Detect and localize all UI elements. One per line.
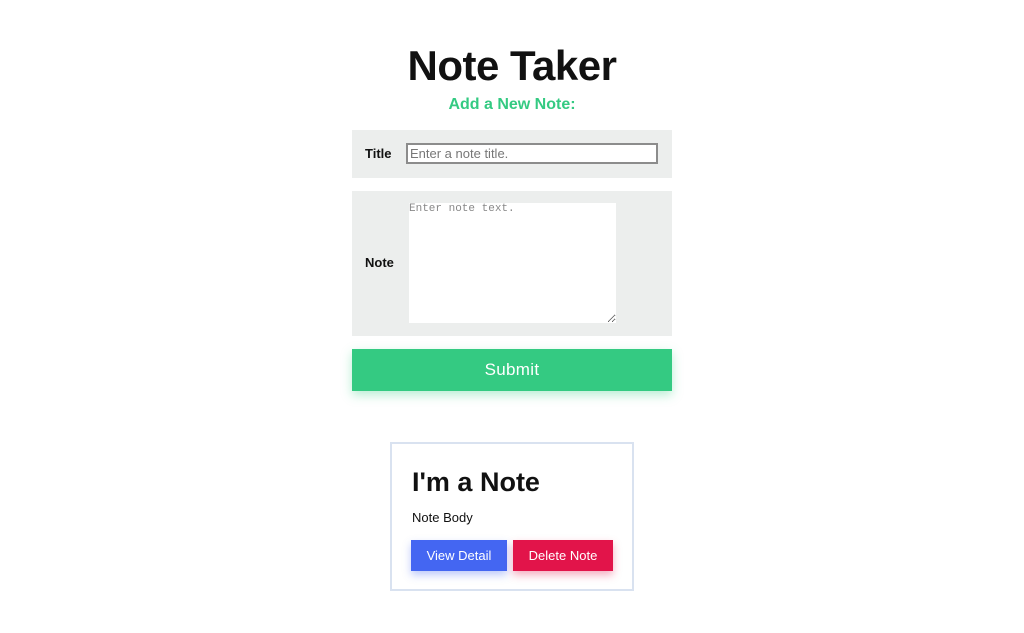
title-row: Title	[352, 130, 672, 178]
note-row: Note	[352, 191, 672, 336]
delete-note-button[interactable]: Delete Note	[513, 540, 613, 571]
title-input[interactable]	[406, 143, 658, 164]
note-body: Note Body	[412, 510, 473, 525]
form-subtitle: Add a New Note:	[448, 96, 576, 113]
page: Note Taker Add a New Note: Title Note Su…	[0, 0, 1024, 633]
view-detail-button[interactable]: View Detail	[411, 540, 507, 571]
note-title: I'm a Note	[412, 467, 540, 497]
note-textarea[interactable]	[409, 203, 616, 323]
note-label: Note	[365, 255, 394, 270]
note-card: I'm a Note Note Body View Detail Delete …	[390, 442, 634, 591]
title-label: Title	[365, 146, 392, 161]
submit-button[interactable]: Submit	[352, 349, 672, 391]
page-title: Note Taker	[407, 42, 617, 89]
